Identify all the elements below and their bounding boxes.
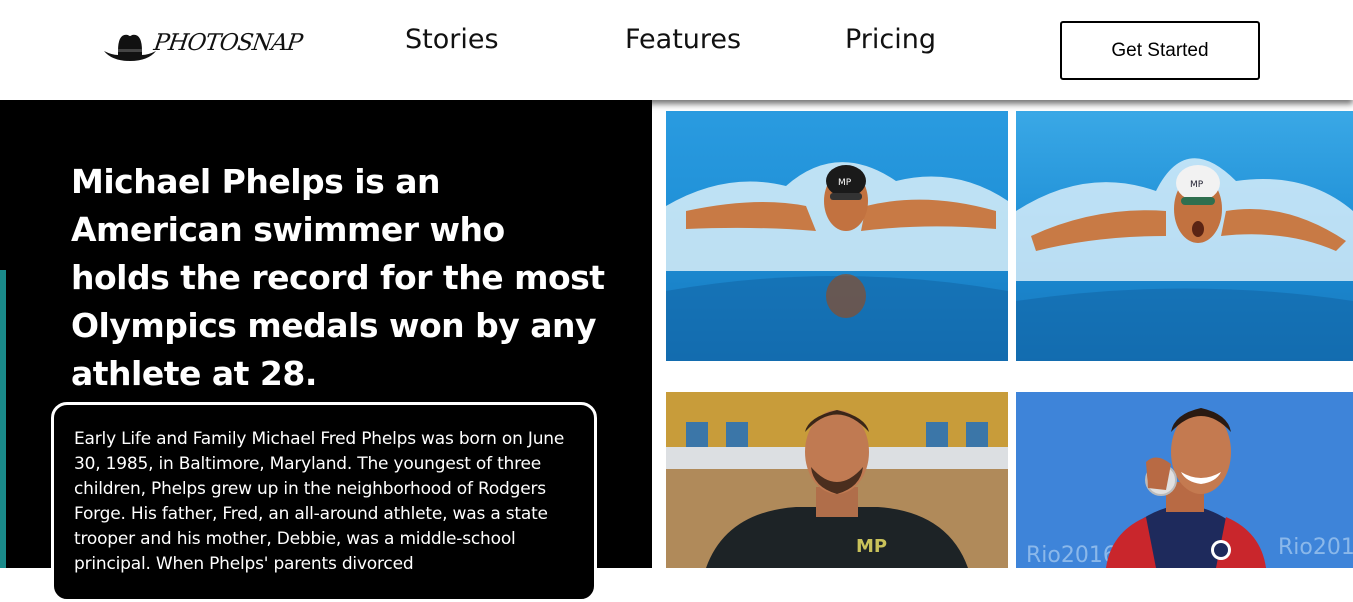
logo-text: PHOTOSNAP — [152, 30, 304, 56]
cowboy-hat-icon — [104, 34, 156, 61]
story-text: Early Life and Family Michael Fred Phelp… — [74, 429, 565, 574]
accent-bar — [0, 270, 6, 568]
swimmer-image: MP — [1016, 111, 1353, 361]
swimmer-image: MP — [666, 111, 1008, 361]
nav-features[interactable]: Features — [625, 24, 741, 55]
nav-stories[interactable]: Stories — [405, 24, 499, 55]
get-started-button[interactable]: Get Started — [1060, 21, 1260, 80]
medal-photo[interactable]: Rio2016 Rio2016 — [1016, 392, 1353, 568]
butterfly-stroke-photo-1[interactable]: MP — [666, 111, 1008, 361]
svg-text:MP: MP — [838, 178, 852, 188]
svg-text:MP: MP — [856, 536, 887, 557]
portrait-image: MP — [666, 392, 1008, 568]
nav-pricing[interactable]: Pricing — [845, 24, 936, 55]
butterfly-stroke-photo-2[interactable]: MP — [1016, 111, 1353, 361]
story-card[interactable]: Early Life and Family Michael Fred Phelp… — [51, 402, 597, 602]
site-header: PHOTOSNAP Stories Features Pricing Get S… — [0, 0, 1353, 100]
logo[interactable]: PHOTOSNAP — [102, 22, 307, 72]
svg-text:Rio2016: Rio2016 — [1026, 543, 1117, 568]
medal-image: Rio2016 Rio2016 — [1016, 392, 1353, 568]
svg-text:MP: MP — [1190, 180, 1204, 190]
portrait-photo[interactable]: MP — [666, 392, 1008, 568]
hero-title: Michael Phelps is an American swimmer wh… — [71, 162, 605, 393]
svg-text:Rio2016: Rio2016 — [1278, 535, 1353, 560]
